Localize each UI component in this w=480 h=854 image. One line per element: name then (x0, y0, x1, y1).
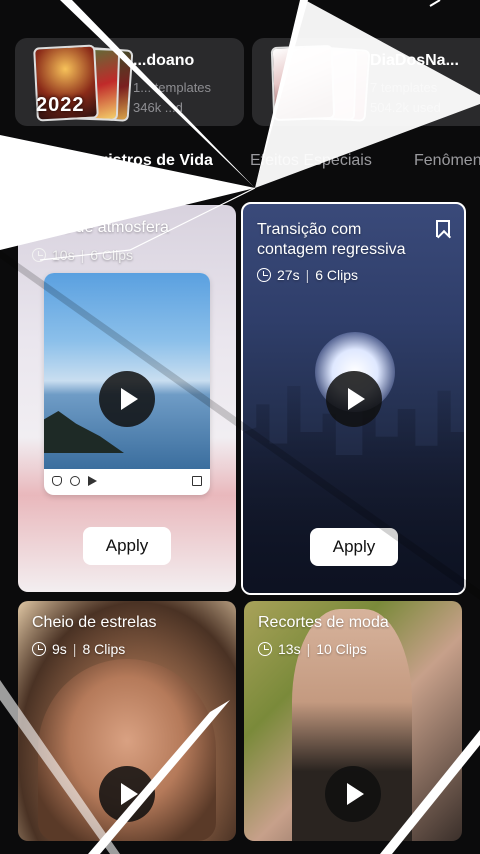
collection-title: ...doano (133, 52, 195, 69)
collection-card-dia-dos-namorados[interactable]: DiaDosNa... 7 templates 504.2k used (252, 38, 480, 126)
collection-card-new-year[interactable]: 2022 ...doano 1... templates 346k ...d (15, 38, 244, 126)
clock-icon (258, 642, 272, 656)
template-card[interactable]: Cheio de estrelas 9s | 8 Clips (18, 601, 236, 841)
thumbnail-year-text: 2022 (36, 94, 85, 116)
category-tabs: ...úsica Registros de Vida Efeitos Espec… (0, 148, 480, 188)
apply-button[interactable]: Apply (83, 527, 171, 565)
bookmark-icon[interactable] (436, 220, 450, 237)
template-title: Filme de atmosfera (32, 219, 169, 236)
template-meta: 9s | 8 Clips (32, 641, 125, 657)
tab-musica[interactable]: ...úsica (0, 152, 47, 170)
clock-icon (32, 248, 46, 262)
meta-separator: | (80, 247, 85, 263)
template-card[interactable]: Filme de atmosfera 10s | 6 Clips Apply (18, 205, 236, 592)
bookmark-icon (192, 476, 202, 486)
template-duration: 10s (52, 247, 75, 263)
template-title: Transição com contagem regressiva (257, 221, 406, 258)
template-duration: 13s (278, 641, 301, 657)
template-clips: 8 Clips (82, 641, 126, 657)
template-meta: 27s | 6 Clips (257, 267, 358, 283)
tab-registros-de-vida[interactable]: Registros de Vida (78, 152, 213, 170)
photo-action-row (52, 473, 202, 489)
meta-separator: | (306, 641, 311, 657)
template-clips: 6 Clips (90, 247, 134, 263)
template-meta: 10s | 6 Clips (32, 247, 133, 263)
template-clips: 10 Clips (316, 641, 367, 657)
collections-row: 2022 ...doano 1... templates 346k ...d D… (0, 38, 480, 126)
heart-icon (52, 476, 62, 486)
collection-usage-count: 504.2k used (370, 100, 441, 115)
play-button[interactable] (325, 766, 381, 822)
tab-fenomenos[interactable]: Fenômen... (414, 152, 480, 170)
collection-template-count: 1... templates (133, 80, 212, 95)
comment-icon (70, 476, 80, 486)
tab-efeitos-especiais[interactable]: Efeitos Especiais (250, 152, 372, 170)
collection-title: DiaDosNa... (370, 52, 459, 69)
template-title: Cheio de estrelas (32, 614, 157, 631)
clock-icon (32, 642, 46, 656)
active-tab-indicator (60, 184, 230, 186)
play-button[interactable] (99, 371, 155, 427)
template-card[interactable]: Recortes de moda 13s | 10 Clips (244, 601, 462, 841)
template-card-selected[interactable]: Transição com contagem regressiva 27s | … (241, 202, 466, 595)
play-button[interactable] (326, 371, 382, 427)
collection-usage-count: 346k ...d (133, 100, 183, 115)
template-duration: 9s (52, 641, 67, 657)
clock-icon (257, 268, 271, 282)
template-meta: 13s | 10 Clips (258, 641, 367, 657)
apply-button[interactable]: Apply (310, 528, 398, 566)
template-clips: 6 Clips (315, 267, 359, 283)
meta-separator: | (305, 267, 310, 283)
play-button[interactable] (99, 766, 155, 822)
send-icon (88, 476, 97, 486)
collection-thumbnail-stack (260, 44, 371, 122)
collection-thumbnail-stack: 2022 (23, 44, 134, 122)
template-duration: 27s (277, 267, 300, 283)
template-title: Recortes de moda (258, 614, 389, 631)
meta-separator: | (72, 641, 77, 657)
crack-line (429, 0, 441, 7)
collection-template-count: 7 templates (370, 80, 438, 95)
thumbnail-front (270, 44, 336, 122)
